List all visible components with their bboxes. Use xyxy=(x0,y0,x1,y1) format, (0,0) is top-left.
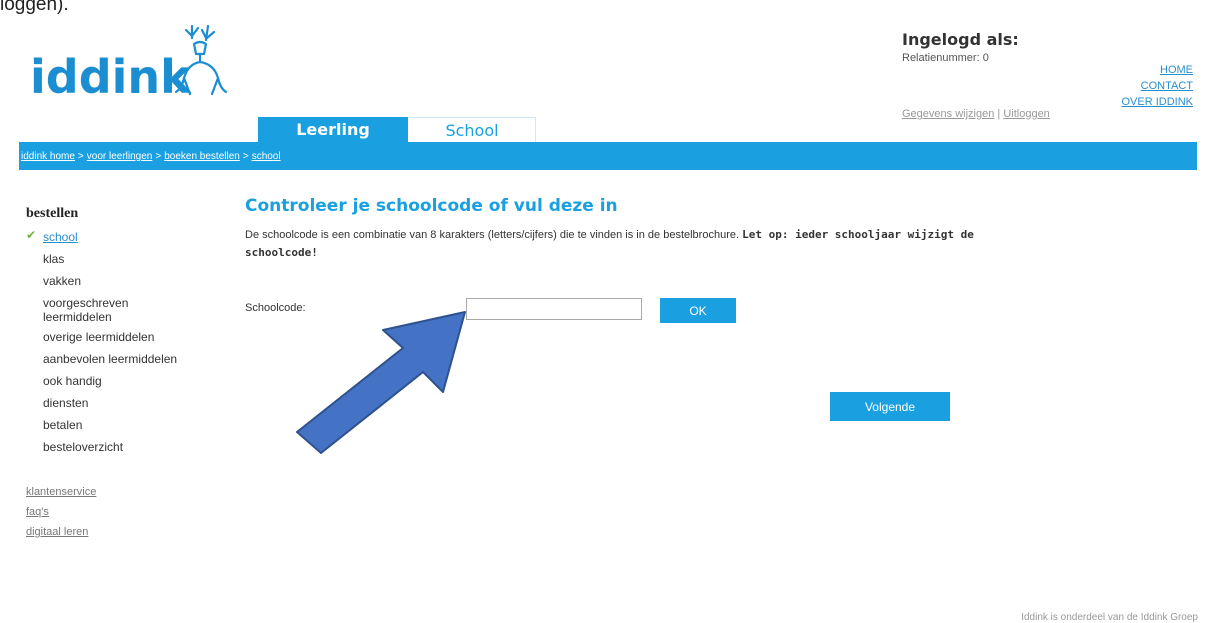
checkmark-icon: ✔ xyxy=(26,228,37,242)
sidebar-item-label: diensten xyxy=(43,396,89,410)
schoolcode-input[interactable] xyxy=(466,298,642,320)
login-info: Ingelogd als: Relatienummer: 0 xyxy=(902,30,1019,64)
logo-text: iddink xyxy=(30,50,191,104)
digital-learning-link[interactable]: digitaal leren xyxy=(26,522,226,542)
ok-button[interactable]: OK xyxy=(660,298,736,323)
sidebar-item-betalen: betalen xyxy=(26,416,226,438)
account-links: Gegevens wijzigen | Uitloggen xyxy=(902,108,1050,120)
about-link[interactable]: OVER IDDINK xyxy=(1121,94,1193,110)
sidebar-item-ook-handig: ook handig xyxy=(26,372,226,394)
sidebar-item-diensten: diensten xyxy=(26,394,226,416)
breadcrumb-separator: > xyxy=(242,151,249,162)
tab-leerling[interactable]: Leerling xyxy=(258,117,408,142)
breadcrumb-students[interactable]: voor leerlingen xyxy=(87,151,153,162)
breadcrumb-order-books[interactable]: boeken bestellen xyxy=(164,151,240,162)
sidebar-item-label: klas xyxy=(43,252,65,266)
sidebar-item-label: overige leermiddelen xyxy=(43,330,155,344)
sidebar-item-besteloverzicht: besteloverzicht xyxy=(26,438,226,460)
breadcrumb-home[interactable]: iddink home xyxy=(21,151,75,162)
sidebar-item-label: vakken xyxy=(43,274,82,288)
schoolcode-description: De schoolcode is een combinatie van 8 ka… xyxy=(245,226,1005,262)
page-title: Controleer je schoolcode of vul deze in xyxy=(245,196,618,216)
sidebar-item-school[interactable]: ✔ school xyxy=(26,228,226,250)
relation-number: Relatienummer: 0 xyxy=(902,52,989,64)
sidebar-item-label: voorgeschreven leermiddelen xyxy=(43,296,129,324)
breadcrumb: iddink home > voor leerlingen > boeken beste… xyxy=(19,142,1197,170)
page-fragment-text: loggen). xyxy=(0,0,69,15)
description-text: De schoolcode is een combinatie van 8 ka… xyxy=(245,229,740,241)
logout-link[interactable]: Uitloggen xyxy=(1003,108,1049,120)
next-button[interactable]: Volgende xyxy=(830,392,950,421)
breadcrumb-separator: > xyxy=(155,151,162,162)
tab-school[interactable]: School xyxy=(409,117,536,142)
sidebar-item-label: besteloverzicht xyxy=(43,440,124,454)
annotation-arrow-icon xyxy=(296,311,466,454)
edit-details-link[interactable]: Gegevens wijzigen xyxy=(902,108,994,120)
home-link[interactable]: HOME xyxy=(1121,62,1193,78)
sidebar-item-label: ook handig xyxy=(43,374,102,388)
sidebar-item-label: betalen xyxy=(43,418,83,432)
sidebar-title: bestellen xyxy=(26,206,79,221)
sidebar-item-overige: overige leermiddelen xyxy=(26,328,226,350)
top-navigation: HOME CONTACT OVER IDDINK xyxy=(1121,62,1193,110)
order-steps-sidebar: bestellen ✔ school klas vakken voorgesch… xyxy=(26,206,226,542)
customer-service-link[interactable]: klantenservice xyxy=(26,482,226,502)
footer-text: Iddink is onderdeel van de Iddink Groep xyxy=(1021,612,1198,623)
sidebar-item-klas: klas xyxy=(26,250,226,272)
help-links: klantenservice faq's digitaal leren xyxy=(26,482,226,542)
breadcrumb-school[interactable]: school xyxy=(252,151,281,162)
sidebar-item-label: aanbevolen leermiddelen xyxy=(43,352,178,366)
contact-link[interactable]: CONTACT xyxy=(1121,78,1193,94)
sidebar-item-vakken: vakken xyxy=(26,272,226,294)
sidebar-item-aanbevolen: aanbevolen leermiddelen xyxy=(26,350,226,372)
sidebar-item-voorgeschreven: voorgeschreven leermiddelen xyxy=(26,294,226,328)
breadcrumb-separator: > xyxy=(77,151,84,162)
sidebar-item-label: school xyxy=(43,230,78,244)
faq-link[interactable]: faq's xyxy=(26,502,226,522)
login-title: Ingelogd als: xyxy=(902,30,1019,49)
link-separator: | xyxy=(997,108,1001,120)
deer-logo-icon xyxy=(174,24,228,96)
